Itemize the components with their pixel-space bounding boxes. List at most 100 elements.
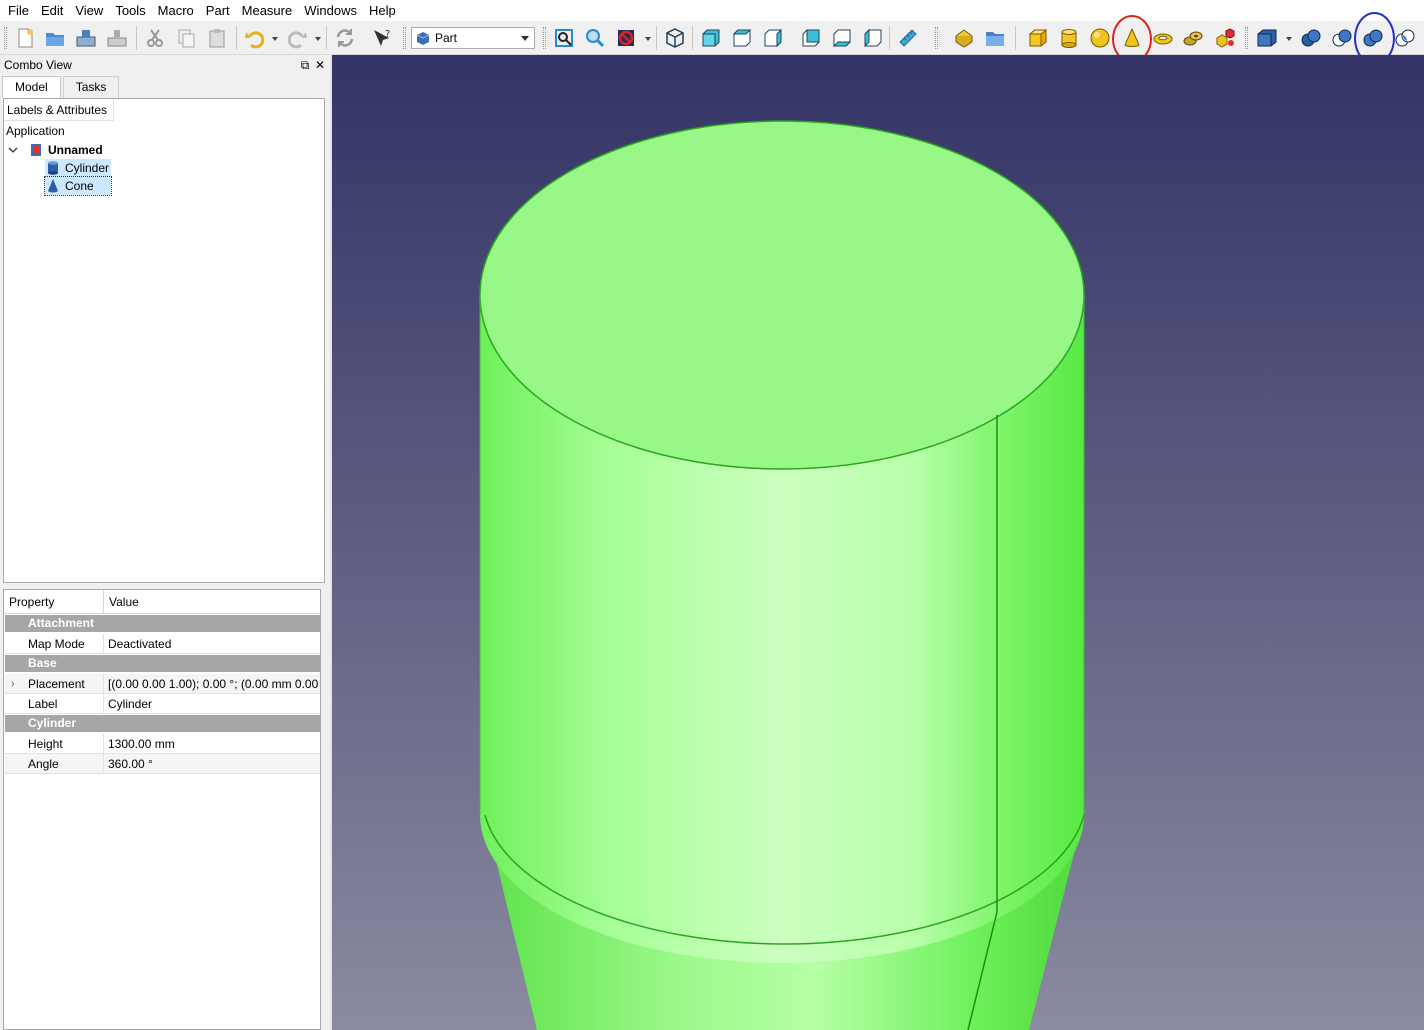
- property-group-attachment[interactable]: Attachment: [5, 615, 320, 632]
- part-container-icon: [955, 29, 973, 48]
- chevron-down-icon: [521, 36, 529, 41]
- intersection-tool[interactable]: [1360, 25, 1386, 51]
- property-value[interactable]: Deactivated: [104, 634, 319, 653]
- top-view-button[interactable]: [729, 25, 755, 51]
- menu-view[interactable]: View: [69, 0, 109, 21]
- property-value[interactable]: Cylinder: [104, 694, 319, 713]
- property-row-height[interactable]: Height 1300.00 mm: [5, 734, 320, 754]
- copy-button[interactable]: [173, 25, 199, 51]
- svg-text:?: ?: [385, 29, 390, 40]
- whats-this-button[interactable]: ?: [369, 25, 395, 51]
- tube-tool[interactable]: [1180, 25, 1206, 51]
- fit-all-button[interactable]: [551, 25, 577, 51]
- close-icon[interactable]: ✕: [313, 58, 327, 72]
- refresh-button[interactable]: [332, 25, 358, 51]
- bottom-view-button[interactable]: [829, 25, 855, 51]
- create-part-button[interactable]: [951, 25, 977, 51]
- cylinder-tool[interactable]: [1056, 25, 1082, 51]
- property-name: Map Mode: [5, 634, 104, 653]
- primitives-tool[interactable]: [1212, 25, 1238, 51]
- property-row-label[interactable]: Label Cylinder: [5, 694, 320, 714]
- menu-edit[interactable]: Edit: [35, 0, 69, 21]
- toolbar-separator: [236, 26, 237, 50]
- tree-item-cylinder[interactable]: Cylinder: [45, 159, 112, 177]
- value-column-header[interactable]: Value: [104, 590, 139, 613]
- save-as-button[interactable]: [104, 25, 130, 51]
- new-document-button[interactable]: [12, 25, 38, 51]
- boolean-tool[interactable]: [1298, 25, 1324, 51]
- torus-icon: [1153, 33, 1173, 45]
- tree-item-cone[interactable]: Cone: [44, 176, 112, 196]
- property-row-angle[interactable]: Angle 360.00 °: [5, 754, 320, 774]
- property-name: Angle: [5, 754, 104, 773]
- cut-icon: [147, 29, 163, 47]
- part-workbench-icon: [416, 32, 430, 45]
- workbench-selector[interactable]: Part: [411, 27, 535, 49]
- boolean-icon: [1301, 29, 1321, 47]
- common-icon: [1395, 29, 1415, 47]
- toolbar-grip[interactable]: [1245, 27, 1248, 49]
- common-tool[interactable]: [1391, 25, 1417, 51]
- property-row-map-mode[interactable]: Map Mode Deactivated: [5, 634, 320, 654]
- shape-builder-button[interactable]: [1254, 25, 1280, 51]
- 3d-model[interactable]: [332, 55, 1424, 1030]
- menu-help[interactable]: Help: [363, 0, 402, 21]
- cut-boolean-tool[interactable]: [1329, 25, 1355, 51]
- tab-model[interactable]: Model: [2, 76, 61, 98]
- redo-dropdown-icon[interactable]: [315, 37, 321, 41]
- menu-file[interactable]: File: [2, 0, 35, 21]
- draw-style-button[interactable]: [613, 25, 639, 51]
- property-value[interactable]: 1300.00 mm: [104, 734, 319, 753]
- property-group-cylinder[interactable]: Cylinder: [5, 715, 320, 732]
- menu-macro[interactable]: Macro: [152, 0, 200, 21]
- cone-tool[interactable]: [1119, 25, 1145, 51]
- menu-tools[interactable]: Tools: [109, 0, 151, 21]
- toolbar-grip[interactable]: [403, 27, 406, 49]
- undo-button[interactable]: [241, 25, 267, 51]
- create-group-button[interactable]: [982, 25, 1008, 51]
- toolbar-grip[interactable]: [4, 27, 7, 49]
- property-header: Property Value: [4, 590, 320, 614]
- measure-distance-button[interactable]: [895, 25, 921, 51]
- chevron-right-icon[interactable]: ›: [11, 674, 15, 694]
- toolbar-grip[interactable]: [543, 27, 546, 49]
- float-panel-icon[interactable]: ⧉: [298, 58, 312, 72]
- sphere-tool[interactable]: [1087, 25, 1113, 51]
- undo-dropdown-icon[interactable]: [272, 37, 278, 41]
- tree-application-label: Application: [6, 124, 65, 138]
- cube-tool[interactable]: [1025, 25, 1051, 51]
- combo-view-panel: Combo View ⧉ ✕ Model Tasks Labels & Attr…: [0, 55, 330, 1030]
- fit-selection-button[interactable]: [582, 25, 608, 51]
- front-view-icon: [702, 29, 720, 47]
- tree-item-document[interactable]: Unnamed: [8, 141, 103, 159]
- cylinder-object-icon: [48, 161, 58, 175]
- rear-view-button[interactable]: [798, 25, 824, 51]
- tab-tasks[interactable]: Tasks: [62, 76, 120, 98]
- undo-icon: [245, 31, 265, 49]
- property-row-placement[interactable]: › Placement [(0.00 0.00 1.00); 0.00 °; (0…: [5, 674, 320, 694]
- torus-tool[interactable]: [1150, 25, 1176, 51]
- right-view-button[interactable]: [760, 25, 786, 51]
- 3d-viewport[interactable]: [332, 55, 1424, 1030]
- open-button[interactable]: [42, 25, 68, 51]
- property-value[interactable]: [(0.00 0.00 1.00); 0.00 °; (0.00 mm 0.00…: [104, 674, 319, 693]
- paste-button[interactable]: [204, 25, 230, 51]
- shape-builder-dropdown-icon[interactable]: [1286, 37, 1292, 41]
- menu-part[interactable]: Part: [200, 0, 236, 21]
- front-view-button[interactable]: [698, 25, 724, 51]
- draw-style-dropdown-icon[interactable]: [645, 37, 651, 41]
- property-value[interactable]: 360.00 °: [104, 754, 319, 773]
- isometric-view-button[interactable]: [662, 25, 688, 51]
- property-column-header[interactable]: Property: [4, 590, 104, 613]
- cut-button[interactable]: [142, 25, 168, 51]
- menu-windows[interactable]: Windows: [298, 0, 363, 21]
- property-group-base[interactable]: Base: [5, 655, 320, 672]
- menu-measure[interactable]: Measure: [236, 0, 299, 21]
- cylinder-top-face: [479, 120, 1085, 470]
- tree-column-header[interactable]: Labels & Attributes: [4, 99, 114, 121]
- menu-bar: File Edit View Tools Macro Part Measure …: [0, 0, 1424, 21]
- toolbar-grip[interactable]: [935, 27, 938, 49]
- save-button[interactable]: [73, 25, 99, 51]
- left-view-button[interactable]: [860, 25, 886, 51]
- redo-button[interactable]: [285, 25, 311, 51]
